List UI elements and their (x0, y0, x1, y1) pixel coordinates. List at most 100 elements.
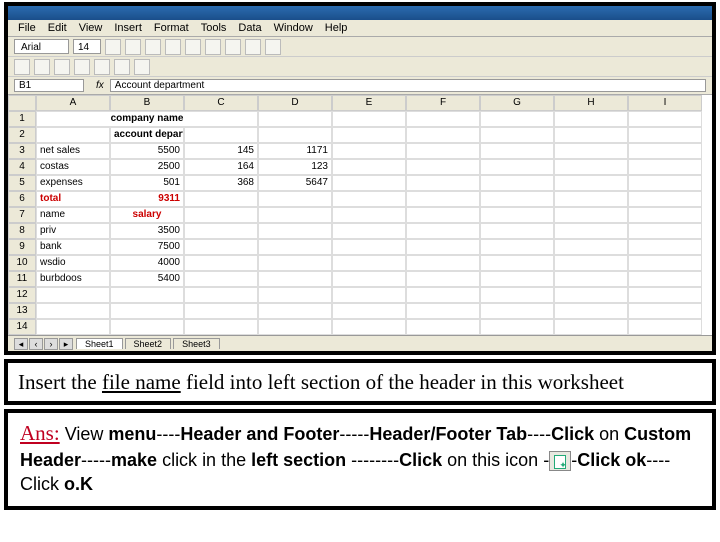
cell[interactable] (184, 303, 258, 319)
cell[interactable]: 368 (184, 175, 258, 191)
cell[interactable] (332, 143, 406, 159)
cell[interactable] (184, 207, 258, 223)
print-icon[interactable] (74, 59, 90, 75)
cell[interactable] (332, 159, 406, 175)
cell[interactable] (36, 127, 110, 143)
copy-icon[interactable] (114, 59, 130, 75)
row-13[interactable]: 13 (8, 303, 36, 319)
cell[interactable]: 7500 (110, 239, 184, 255)
cut-icon[interactable] (94, 59, 110, 75)
cell[interactable]: 123 (258, 159, 332, 175)
cell[interactable]: wsdio (36, 255, 110, 271)
cell[interactable] (258, 127, 332, 143)
cell[interactable] (258, 191, 332, 207)
cell[interactable] (332, 287, 406, 303)
cell[interactable] (554, 143, 628, 159)
cell[interactable]: priv (36, 223, 110, 239)
formula-content[interactable]: Account department (110, 79, 706, 92)
new-icon[interactable] (14, 59, 30, 75)
cell-total[interactable]: total (36, 191, 110, 207)
row-2[interactable]: 2 (8, 127, 36, 143)
row-8[interactable]: 8 (8, 223, 36, 239)
cell[interactable] (628, 287, 702, 303)
cell[interactable] (258, 207, 332, 223)
cell[interactable] (332, 223, 406, 239)
cell[interactable] (332, 207, 406, 223)
row-9[interactable]: 9 (8, 239, 36, 255)
cell[interactable]: name (36, 207, 110, 223)
cell[interactable] (554, 207, 628, 223)
corner-cell[interactable] (8, 95, 36, 111)
cell[interactable] (184, 239, 258, 255)
italic-icon[interactable] (125, 39, 141, 55)
cell[interactable] (258, 255, 332, 271)
cell[interactable]: 1171 (258, 143, 332, 159)
cell[interactable] (258, 223, 332, 239)
col-G[interactable]: G (480, 95, 554, 111)
cell[interactable] (554, 319, 628, 335)
cell[interactable] (406, 143, 480, 159)
cell[interactable] (554, 111, 628, 127)
row-12[interactable]: 12 (8, 287, 36, 303)
spreadsheet-grid[interactable]: A B C D E F G H I 1 company name 2 accou… (8, 95, 712, 351)
underline-icon[interactable] (145, 39, 161, 55)
cell[interactable] (628, 303, 702, 319)
cell[interactable] (628, 175, 702, 191)
cell[interactable] (406, 159, 480, 175)
cell[interactable] (184, 191, 258, 207)
cell[interactable] (406, 127, 480, 143)
cell[interactable]: 2500 (110, 159, 184, 175)
cell[interactable] (628, 159, 702, 175)
cell[interactable] (258, 111, 332, 127)
cell[interactable] (628, 255, 702, 271)
cell[interactable] (36, 319, 110, 335)
cell[interactable] (332, 239, 406, 255)
cell[interactable] (480, 111, 554, 127)
cell[interactable]: 145 (184, 143, 258, 159)
cell[interactable] (554, 127, 628, 143)
cell[interactable] (332, 303, 406, 319)
row-1[interactable]: 1 (8, 111, 36, 127)
cell[interactable] (628, 271, 702, 287)
cell[interactable]: bank (36, 239, 110, 255)
cell[interactable] (554, 303, 628, 319)
cell[interactable] (480, 207, 554, 223)
cell[interactable] (332, 271, 406, 287)
fx-icon[interactable]: fx (96, 80, 104, 91)
col-B[interactable]: B (110, 95, 184, 111)
row-7[interactable]: 7 (8, 207, 36, 223)
cell[interactable] (480, 319, 554, 335)
menu-view[interactable]: View (79, 22, 103, 34)
cell[interactable] (628, 207, 702, 223)
cell[interactable]: 3500 (110, 223, 184, 239)
tab-nav-last-icon[interactable]: ▸ (59, 338, 73, 350)
cell[interactable] (480, 287, 554, 303)
cell[interactable] (406, 111, 480, 127)
col-I[interactable]: I (628, 95, 702, 111)
merge-icon[interactable] (225, 39, 241, 55)
cell[interactable] (332, 111, 406, 127)
menu-edit[interactable]: Edit (48, 22, 67, 34)
cell[interactable] (258, 239, 332, 255)
cell[interactable]: 501 (110, 175, 184, 191)
row-11[interactable]: 11 (8, 271, 36, 287)
tab-nav-prev-icon[interactable]: ‹ (29, 338, 43, 350)
cell[interactable] (480, 271, 554, 287)
cell-company-name[interactable]: company name (36, 111, 258, 127)
cell[interactable] (332, 255, 406, 271)
row-3[interactable]: 3 (8, 143, 36, 159)
cell[interactable] (332, 175, 406, 191)
cell[interactable] (406, 287, 480, 303)
cell[interactable] (406, 271, 480, 287)
row-14[interactable]: 14 (8, 319, 36, 335)
cell[interactable] (406, 255, 480, 271)
cell[interactable] (628, 191, 702, 207)
col-D[interactable]: D (258, 95, 332, 111)
cell[interactable] (480, 143, 554, 159)
cell[interactable]: 4000 (110, 255, 184, 271)
paste-icon[interactable] (134, 59, 150, 75)
sheet-tab-3[interactable]: Sheet3 (173, 338, 220, 349)
cell[interactable] (554, 255, 628, 271)
cell[interactable]: 164 (184, 159, 258, 175)
row-10[interactable]: 10 (8, 255, 36, 271)
